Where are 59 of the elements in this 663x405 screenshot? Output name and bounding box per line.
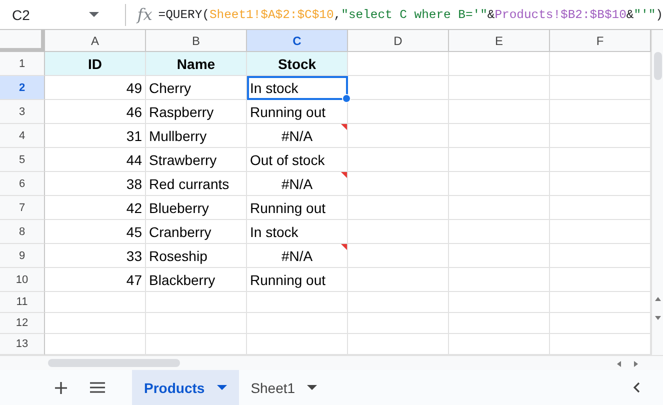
row-header[interactable]: 9 <box>0 244 45 268</box>
table-cell: In stock <box>247 76 348 100</box>
table-cell: Red currants <box>146 172 247 196</box>
name-box[interactable]: C2 <box>12 6 85 22</box>
table-cell: Running out <box>247 268 348 292</box>
table-cell: Strawberry <box>146 148 247 172</box>
table-cell: 33 <box>45 244 146 268</box>
table-cell: 38 <box>45 172 146 196</box>
table-cell: Blackberry <box>146 268 247 292</box>
table-cell: Roseship <box>146 244 247 268</box>
table-cell: Cherry <box>146 76 247 100</box>
formula-field[interactable]: =QUERY(Sheet1!$A$2:$C$10,"select C where B='"&Products!$B2:$B$10&"'") <box>158 8 663 22</box>
table-cell: 45 <box>45 220 146 244</box>
table-cell: 42 <box>45 196 146 220</box>
table-cell: 47 <box>45 268 146 292</box>
table-cell: #N/A <box>247 244 348 268</box>
sheet-tab[interactable]: Sheet1 <box>238 370 330 405</box>
table-cell: 44 <box>45 148 146 172</box>
row-header[interactable]: 12 <box>0 313 45 334</box>
row-header[interactable]: 10 <box>0 268 45 292</box>
table-cell: Running out <box>247 100 348 124</box>
column-header[interactable]: D <box>348 30 449 52</box>
row-header[interactable]: 4 <box>0 124 45 148</box>
table-cell: In stock <box>247 220 348 244</box>
table-cell: 46 <box>45 100 146 124</box>
column-title: Name <box>146 52 247 76</box>
scrollbar-thumb[interactable] <box>48 359 180 367</box>
table-cell: Mullberry <box>146 124 247 148</box>
table-cell: Blueberry <box>146 196 247 220</box>
row-header[interactable]: 11 <box>0 292 45 313</box>
row-header[interactable]: 13 <box>0 334 45 355</box>
row-header[interactable]: 6 <box>0 172 45 196</box>
row-header[interactable]: 1 <box>0 52 45 76</box>
column-title: Stock <box>247 52 348 76</box>
column-header[interactable]: A <box>45 30 146 52</box>
table-cell: Running out <box>247 196 348 220</box>
column-header[interactable]: B <box>146 30 247 52</box>
table-cell: #N/A <box>247 124 348 148</box>
column-title: ID <box>45 52 146 76</box>
caret-icon[interactable] <box>307 385 318 390</box>
sheet-tab[interactable]: Products <box>132 370 239 405</box>
row-header[interactable]: 5 <box>0 148 45 172</box>
row-header[interactable]: 8 <box>0 220 45 244</box>
table-cell: #N/A <box>247 172 348 196</box>
table-cell: 31 <box>45 124 146 148</box>
table-cell: Raspberry <box>146 100 247 124</box>
table-cell: 49 <box>45 76 146 100</box>
fill-handle[interactable] <box>342 94 351 103</box>
scrollbar-thumb[interactable] <box>654 52 662 80</box>
caret-icon[interactable] <box>216 385 227 390</box>
table-cell: Out of stock <box>247 148 348 172</box>
column-header[interactable]: F <box>550 30 651 52</box>
column-header[interactable]: C <box>247 30 348 52</box>
row-header[interactable]: 7 <box>0 196 45 220</box>
table-cell: Cranberry <box>146 220 247 244</box>
row-header[interactable]: 2 <box>0 76 45 100</box>
function-label: fx <box>137 5 152 24</box>
column-header[interactable]: E <box>449 30 550 52</box>
row-header[interactable]: 3 <box>0 100 45 124</box>
